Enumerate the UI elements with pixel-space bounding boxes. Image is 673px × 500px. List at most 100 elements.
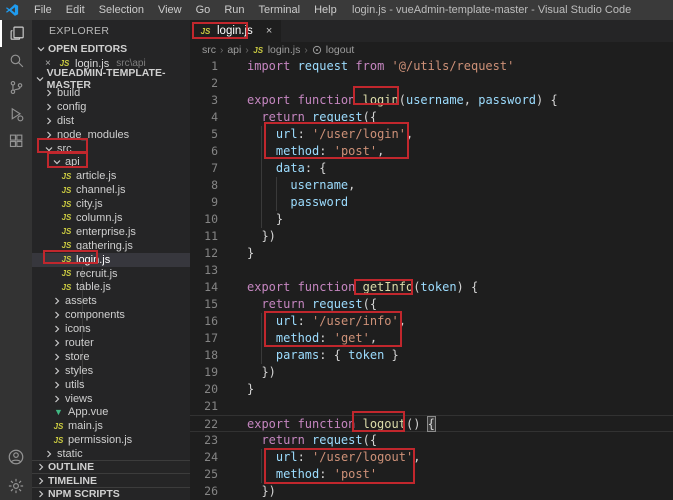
open-editors-label: OPEN EDITORS [48, 43, 127, 55]
sidebar-item-components[interactable]: components [32, 308, 190, 322]
line-number: 15 [190, 296, 218, 313]
sidebar-item-icons[interactable]: icons [32, 322, 190, 336]
vue-icon: ▼ [52, 407, 65, 417]
js-icon: JS [60, 269, 73, 278]
project-header[interactable]: VUEADMIN-TEMPLATE-MASTER [32, 71, 190, 86]
code-line-10[interactable]: 10 } [190, 211, 673, 228]
breadcrumb-item-logout[interactable]: logout [326, 44, 355, 56]
sidebar-item-column-js[interactable]: JScolumn.js [32, 211, 190, 225]
sidebar-item-store[interactable]: store [32, 350, 190, 364]
sidebar-item-config[interactable]: config [32, 100, 190, 114]
panel-timeline[interactable]: TIMELINE [32, 473, 190, 486]
activity-files[interactable] [0, 20, 32, 47]
code-line-26[interactable]: 26 }) [190, 483, 673, 500]
code-text: url: '/user/info', [247, 313, 406, 330]
activity-extensions[interactable] [0, 128, 32, 155]
sidebar-item-api[interactable]: api [32, 155, 190, 169]
menu-terminal[interactable]: Terminal [252, 0, 308, 20]
code-line-3[interactable]: 3export function login(username, passwor… [190, 92, 673, 109]
code-line-22[interactable]: 22export function logout() { [190, 415, 673, 432]
activity-settings[interactable] [0, 471, 32, 500]
menu-help[interactable]: Help [307, 0, 344, 20]
code-line-5[interactable]: 5 url: '/user/login', [190, 126, 673, 143]
sidebar-item-table-js[interactable]: JStable.js [32, 280, 190, 294]
code-text: return request({ [247, 296, 377, 313]
sidebar-item-views[interactable]: views [32, 392, 190, 406]
sidebar-item-assets[interactable]: assets [32, 294, 190, 308]
code-line-16[interactable]: 16 url: '/user/info', [190, 313, 673, 330]
tree-item-label: utils [65, 379, 85, 391]
breadcrumb-item-src[interactable]: src [202, 44, 216, 56]
tree-item-label: static [57, 448, 83, 460]
code-line-17[interactable]: 17 method: 'get', [190, 330, 673, 347]
code-line-9[interactable]: 9 password [190, 194, 673, 211]
code-line-14[interactable]: 14export function getInfo(token) { [190, 279, 673, 296]
js-icon: JS [52, 436, 65, 445]
code-editor[interactable]: 1import request from '@/utils/request'23… [190, 58, 673, 500]
menu-view[interactable]: View [151, 0, 189, 20]
open-editors-header[interactable]: OPEN EDITORS [32, 41, 190, 56]
sidebar-item-static[interactable]: static [32, 447, 190, 461]
code-line-7[interactable]: 7 data: { [190, 160, 673, 177]
code-line-18[interactable]: 18 params: { token } [190, 347, 673, 364]
activity-bar-top [0, 20, 32, 155]
code-line-1[interactable]: 1import request from '@/utils/request' [190, 58, 673, 75]
sidebar-item-enterprise-js[interactable]: JSenterprise.js [32, 225, 190, 239]
breadcrumb-item-api[interactable]: api [227, 44, 241, 56]
sidebar-item-recruit-js[interactable]: JSrecruit.js [32, 267, 190, 281]
tab-login-js[interactable]: JS login.js × [190, 20, 281, 42]
code-line-20[interactable]: 20} [190, 381, 673, 398]
code-line-21[interactable]: 21 [190, 398, 673, 415]
menu-run[interactable]: Run [217, 0, 251, 20]
sidebar-item-main-js[interactable]: JSmain.js [32, 419, 190, 433]
code-line-24[interactable]: 24 url: '/user/logout', [190, 449, 673, 466]
menu-file[interactable]: File [27, 0, 59, 20]
activity-bar-bottom [0, 442, 32, 500]
code-line-19[interactable]: 19 }) [190, 364, 673, 381]
sidebar-item-city-js[interactable]: JScity.js [32, 197, 190, 211]
code-line-2[interactable]: 2 [190, 75, 673, 92]
menu-go[interactable]: Go [189, 0, 218, 20]
sidebar-item-dist[interactable]: dist [32, 114, 190, 128]
sidebar-item-article-js[interactable]: JSarticle.js [32, 169, 190, 183]
chevron-right-icon [37, 477, 45, 485]
code-line-11[interactable]: 11 }) [190, 228, 673, 245]
sidebar-item-styles[interactable]: styles [32, 364, 190, 378]
sidebar-item-App-vue[interactable]: ▼App.vue [32, 405, 190, 419]
sidebar-item-router[interactable]: router [32, 336, 190, 350]
activity-account[interactable] [0, 442, 32, 471]
sidebar-item-channel-js[interactable]: JSchannel.js [32, 183, 190, 197]
code-line-13[interactable]: 13 [190, 262, 673, 279]
menu-edit[interactable]: Edit [59, 0, 92, 20]
code-line-6[interactable]: 6 method: 'post', [190, 143, 673, 160]
menu-selection[interactable]: Selection [92, 0, 151, 20]
sidebar-item-build[interactable]: build [32, 86, 190, 100]
sidebar-item-gathering-js[interactable]: JSgathering.js [32, 239, 190, 253]
sidebar-item-login-js[interactable]: JSlogin.js [32, 253, 190, 267]
chevron-right-icon [53, 353, 61, 361]
sidebar-item-utils[interactable]: utils [32, 378, 190, 392]
sidebar-item-node_modules[interactable]: node_modules [32, 128, 190, 142]
activity-source-control[interactable] [0, 74, 32, 101]
code-line-8[interactable]: 8 username, [190, 177, 673, 194]
panel-label: NPM SCRIPTS [48, 488, 120, 500]
breadcrumb-separator: › [220, 45, 223, 56]
breadcrumb-item-login-js[interactable]: login.js [268, 44, 301, 56]
code-text: }) [247, 483, 276, 500]
panel-outline[interactable]: OUTLINE [32, 460, 190, 473]
code-line-25[interactable]: 25 method: 'post' [190, 466, 673, 483]
chevron-right-icon [37, 463, 45, 471]
code-line-15[interactable]: 15 return request({ [190, 296, 673, 313]
tab-close-icon[interactable]: × [266, 25, 272, 37]
js-icon: JS [60, 172, 73, 181]
code-text: } [247, 211, 283, 228]
js-icon: JS [60, 213, 73, 222]
activity-run-debug[interactable] [0, 101, 32, 128]
sidebar-item-src[interactable]: src [32, 142, 190, 156]
panel-npm-scripts[interactable]: NPM SCRIPTS [32, 487, 190, 500]
code-line-23[interactable]: 23 return request({ [190, 432, 673, 449]
activity-search[interactable] [0, 47, 32, 74]
code-line-4[interactable]: 4 return request({ [190, 109, 673, 126]
code-line-12[interactable]: 12} [190, 245, 673, 262]
sidebar-item-permission-js[interactable]: JSpermission.js [32, 433, 190, 447]
